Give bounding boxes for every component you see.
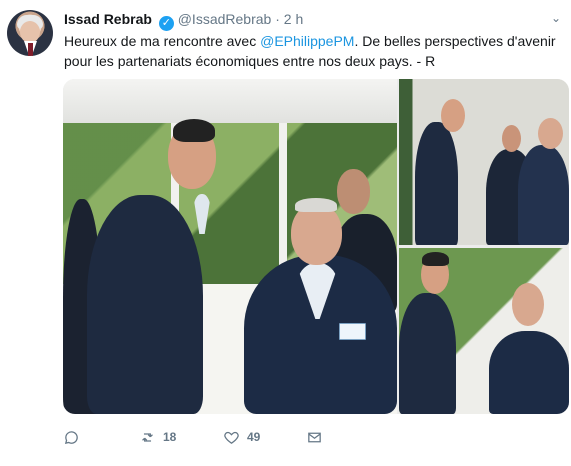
- tweet-actions: 18 49: [63, 427, 363, 447]
- tweet-time[interactable]: 2 h: [284, 11, 303, 27]
- tweet-photo-main[interactable]: [63, 79, 397, 414]
- prime-minister-figure: [87, 195, 203, 414]
- like-count: 49: [247, 430, 261, 444]
- tent-ceiling: [63, 79, 397, 123]
- person-head: [441, 99, 465, 132]
- tweet-photo-top-right[interactable]: [399, 79, 569, 245]
- reply-icon: [64, 430, 78, 444]
- person-head: [502, 125, 521, 152]
- message-button[interactable]: [306, 427, 323, 447]
- person-head: [512, 283, 544, 326]
- person-figure: [415, 122, 458, 245]
- author-handle[interactable]: @IssadRebrab: [178, 11, 272, 27]
- tweet-header: Issad Rebrab ✓ @IssadRebrab · 2 h: [64, 10, 303, 31]
- author-name[interactable]: Issad Rebrab: [64, 11, 152, 27]
- time-separator: ·: [275, 11, 280, 27]
- avatar-face-shape: [20, 21, 40, 43]
- issad-rebrab-head: [291, 203, 342, 265]
- chevron-down-icon[interactable]: ⌄: [551, 11, 561, 25]
- retweet-button[interactable]: 18: [139, 427, 176, 447]
- reply-button[interactable]: [63, 427, 80, 447]
- author-avatar[interactable]: [7, 10, 53, 56]
- heart-icon: [224, 431, 239, 444]
- retweet-icon: [142, 432, 153, 442]
- person-figure: [518, 145, 569, 245]
- mention-link[interactable]: @EPhilippePM: [260, 33, 354, 49]
- like-button[interactable]: 49: [223, 427, 260, 447]
- tweet-card: Issad Rebrab ✓ @IssadRebrab · 2 h ⌄ Heur…: [0, 0, 571, 466]
- verified-badge-icon: ✓: [158, 16, 174, 31]
- person-head: [538, 118, 563, 149]
- person-figure: [489, 331, 569, 414]
- issad-rebrab-hair: [295, 198, 337, 212]
- tweet-text: Heureux de ma rencontre avec @EPhilippeP…: [64, 31, 560, 71]
- avatar-tie-shape: [28, 43, 33, 56]
- name-badge: [339, 323, 366, 340]
- person-hair: [422, 252, 449, 266]
- tweet-photo-bottom-right[interactable]: [399, 248, 569, 414]
- person-figure: [399, 293, 456, 414]
- retweet-count: 18: [163, 430, 177, 444]
- staff-member-head: [337, 169, 370, 214]
- tweet-text-part: Heureux de ma rencontre avec: [64, 33, 261, 49]
- message-icon: [308, 432, 321, 442]
- prime-minister-hair: [173, 119, 215, 142]
- tweet-media-grid[interactable]: [63, 79, 569, 414]
